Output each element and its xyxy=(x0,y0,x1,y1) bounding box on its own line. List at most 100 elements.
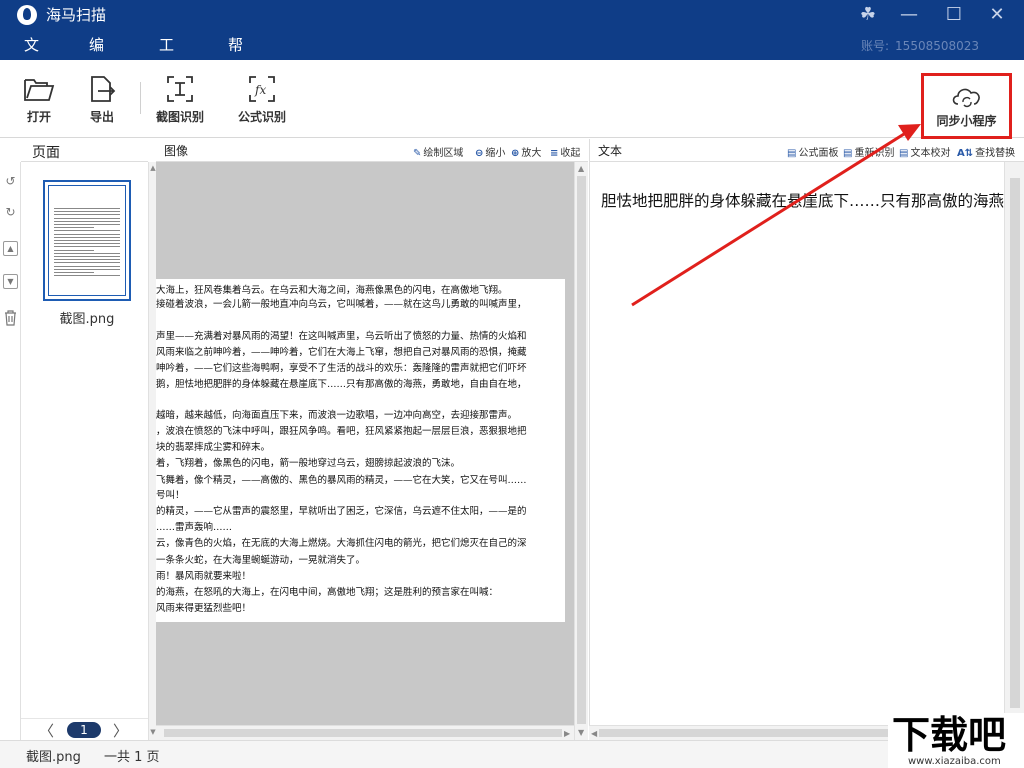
thumbnail-text-line xyxy=(54,214,120,216)
zoom-out-button[interactable]: ⊖ 缩小 xyxy=(475,144,505,159)
document-text-line: 云，像青色的火焰，在无底的大海上燃烧。大海抓住闪电的箭光，把它们熄灭在自己的深 xyxy=(156,538,527,549)
rotate-left-icon[interactable]: ↺ xyxy=(3,174,18,189)
recognized-text-editor[interactable]: 胆怯地把肥胖的身体躲藏在悬崖底下……只有那高傲的海燕 xyxy=(589,162,1004,725)
pages-panel-header: 页面 xyxy=(21,139,148,162)
close-button[interactable]: ✕ xyxy=(986,4,1008,26)
thumbnail-text-line xyxy=(54,230,120,232)
proofread-icon: ▤ xyxy=(899,148,909,159)
document-text-line: ……雷声轰响…… xyxy=(156,522,233,533)
formula-ocr-button[interactable]: fx 公式识别 xyxy=(238,74,286,125)
thumbnail-text-line xyxy=(54,249,94,251)
watermark-text: 下载吧 xyxy=(892,713,1007,757)
collapse-button[interactable]: ≡ 收起 xyxy=(550,144,580,159)
watermark-url: www.xiazaiba.com xyxy=(908,756,1001,767)
sync-miniprogram-label: 同步小程序 xyxy=(936,114,997,128)
thumbnail-text-line xyxy=(54,240,120,241)
thumbnail-text-line xyxy=(54,252,120,254)
formula-icon: fx xyxy=(249,76,275,102)
export-icon xyxy=(91,76,116,102)
account-info: 账号: 15508508023 xyxy=(861,37,979,54)
document-text-line: 块的翡翠摔成尘雾和碎末。 xyxy=(156,442,271,453)
maximize-button[interactable]: ☐ xyxy=(943,4,965,26)
watermark-logo: 下载吧 www.xiazaiba.com xyxy=(888,713,1024,768)
current-page-number: 1 xyxy=(67,722,101,738)
next-page-icon[interactable]: 〉 xyxy=(113,720,128,741)
image-panel-header: 图像 ✎ 绘制区域 ⊖ 缩小 ⊕ 放大 ≡ 收起 xyxy=(156,139,588,162)
crop-ocr-label: 截图识别 xyxy=(156,110,205,124)
collapse-label: 收起 xyxy=(560,148,581,159)
minimize-button[interactable]: — xyxy=(898,4,920,26)
thumbnail-text-line xyxy=(54,256,120,257)
re-recognize-button[interactable]: ▤ 重新识别 xyxy=(843,144,894,159)
thumbnail-text-line xyxy=(54,236,120,238)
document-text-line: 声里——充满着对暴风雨的渴望！在这叫喊声里，乌云听出了愤怒的力量、热情的火焰和 xyxy=(156,331,527,342)
thumbnail-text-line xyxy=(54,272,94,273)
scroll-right-icon[interactable]: ▶ xyxy=(564,729,570,738)
move-up-icon[interactable]: ▲ xyxy=(3,241,18,256)
prev-page-icon[interactable]: 〈 xyxy=(39,720,54,741)
find-replace-button[interactable]: A⇅ 查找替换 xyxy=(957,144,1015,159)
pages-panel-title: 页面 xyxy=(32,145,60,161)
delete-icon[interactable] xyxy=(3,310,18,326)
thumbnail-text-line xyxy=(54,217,120,219)
scroll-down-icon[interactable]: ▼ xyxy=(578,728,584,737)
document-text-line: 风雨来临之前呻吟着，——呻吟着，它们在大海上飞窜，想把自己对暴风雨的恐惧，掩藏 xyxy=(156,347,527,358)
document-text-line: 越暗，越来越低，向海面直压下来，而波浪一边歌唱，一边冲向高空，去迎接那雷声。 xyxy=(156,410,518,421)
image-vertical-scrollbar[interactable]: ▲ ▼ xyxy=(574,162,588,740)
sync-miniprogram-button[interactable]: 同步小程序 xyxy=(921,73,1012,139)
status-page-count: 一共 1 页 xyxy=(104,750,160,765)
pages-scrollbar[interactable]: ▲ ▼ xyxy=(148,162,156,740)
thumbnail-text-line xyxy=(54,243,120,245)
thumbnail-text-line xyxy=(54,224,120,225)
find-replace-icon: A⇅ xyxy=(957,148,974,159)
zoom-in-icon: ⊕ xyxy=(511,148,520,159)
page-thumbnail[interactable] xyxy=(43,180,131,301)
scrollbar-thumb[interactable] xyxy=(1010,178,1020,708)
account-label: 账号: xyxy=(861,39,890,53)
toolbar: 打开 导出 截图识别 fx 公式识别 xyxy=(0,60,1024,138)
scrollbar-thumb[interactable] xyxy=(599,729,899,737)
page-thumbnail-preview xyxy=(48,185,126,296)
document-text-line: 着，飞翔着，像黑色的闪电，箭一般地穿过乌云，翅膀掠起波浪的飞沫。 xyxy=(156,458,461,469)
crop-icon xyxy=(167,76,193,102)
document-text-line: 的海燕，在怒吼的大海上，在闪电中间，高傲地飞翔；这是胜利的预言家在叫喊： xyxy=(156,587,499,598)
document-text-line: 鹅，胆怯地把肥胖的身体躲藏在悬崖底下……只有那高傲的海燕，勇敢地，自由自在地， xyxy=(156,379,527,390)
open-button[interactable]: 打开 xyxy=(22,74,56,125)
zoom-in-button[interactable]: ⊕ 放大 xyxy=(511,144,541,159)
scrollbar-thumb[interactable] xyxy=(164,729,562,737)
page-thumbnail-name: 截图.png xyxy=(59,312,115,327)
move-down-icon[interactable]: ▼ xyxy=(3,274,18,289)
thumbnail-text-line xyxy=(54,208,120,209)
image-horizontal-scrollbar[interactable]: ▶ xyxy=(156,725,574,740)
rotate-right-icon[interactable]: ↻ xyxy=(3,205,18,220)
scroll-up-icon[interactable]: ▲ xyxy=(578,164,584,173)
image-viewer[interactable]: 大海上，狂风卷集着乌云。在乌云和大海之间，海燕像黑色的闪电，在高傲地飞翔。 接碰着… xyxy=(156,162,574,725)
re-recognize-icon: ▤ xyxy=(843,148,853,159)
document-text-line: 呻吟着，——它们这些海鸭啊，享受不了生活的战斗的欢乐：轰隆隆的雷声就把它们吓坏 xyxy=(156,363,527,374)
cloud-sync-icon xyxy=(952,88,980,108)
side-tool-column: ↺ ↻ ▲ ▼ xyxy=(0,162,21,740)
thumbnail-text-line xyxy=(54,275,120,277)
export-button[interactable]: 导出 xyxy=(87,74,117,125)
document-text-line: 一条条火蛇，在大海里蜿蜒游动，一晃就消失了。 xyxy=(156,555,366,566)
app-logo-icon xyxy=(17,5,37,25)
document-text-line: ，波浪在愤怒的飞沫中呼叫，跟狂风争鸣。看吧，狂风紧紧抱起一层层巨浪，恶狠狠地把 xyxy=(156,426,527,437)
scanned-document-image: 大海上，狂风卷集着乌云。在乌云和大海之间，海燕像黑色的闪电，在高傲地飞翔。 接碰着… xyxy=(156,279,565,622)
formula-panel-button[interactable]: ▤ 公式面板 xyxy=(787,144,838,159)
image-panel-title: 图像 xyxy=(164,144,189,158)
thumbnail-text-line xyxy=(54,259,120,261)
list-icon: ≡ xyxy=(550,148,559,159)
account-value: 15508508023 xyxy=(895,39,980,53)
skin-icon[interactable]: ☘ xyxy=(857,4,879,26)
pencil-icon: ✎ xyxy=(413,148,422,159)
crop-ocr-button[interactable]: 截图识别 xyxy=(156,74,204,125)
status-filename: 截图.png xyxy=(26,750,81,765)
scrollbar-thumb[interactable] xyxy=(577,176,586,724)
proofread-button[interactable]: ▤ 文本校对 xyxy=(899,144,950,159)
text-vertical-scrollbar[interactable] xyxy=(1004,162,1024,740)
recognized-text[interactable]: 胆怯地把肥胖的身体躲藏在悬崖底下……只有那高傲的海燕 xyxy=(601,189,1004,211)
scroll-left-icon[interactable]: ◀ xyxy=(591,729,597,738)
document-text-line: 雨！暴风雨就要来啦！ xyxy=(156,571,252,582)
zoom-out-icon: ⊖ xyxy=(475,148,484,159)
draw-area-button[interactable]: ✎ 绘制区域 xyxy=(413,144,463,159)
